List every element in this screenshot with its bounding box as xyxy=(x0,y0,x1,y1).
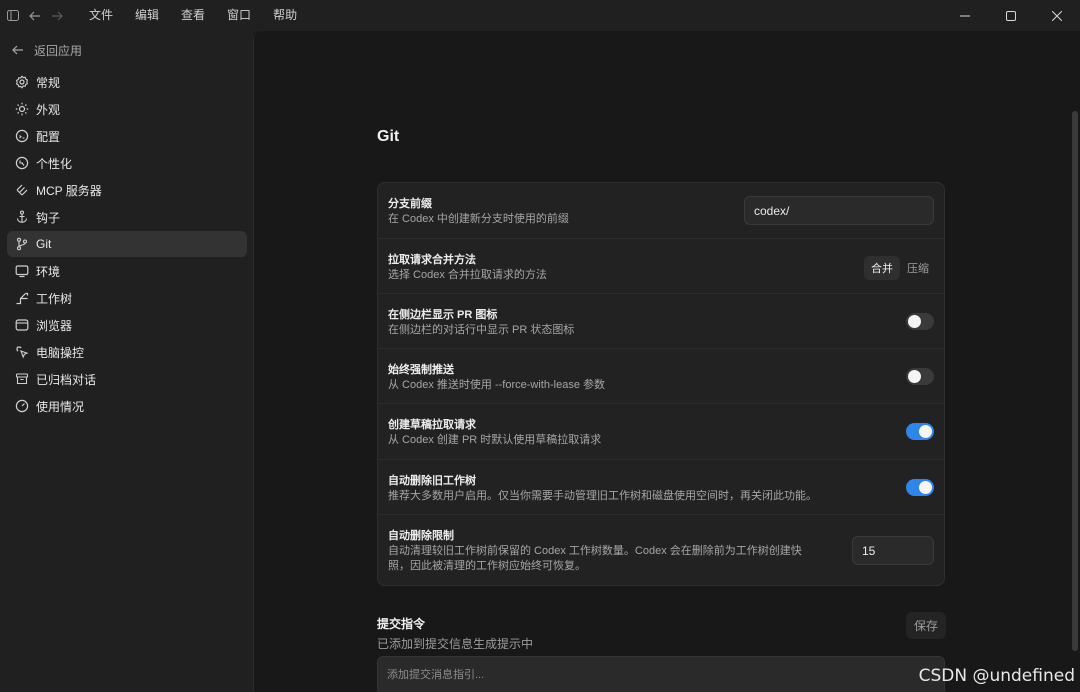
setting-title: 自动删除限制 xyxy=(388,530,454,542)
sidebar-item-hooks[interactable]: 钩子 xyxy=(7,204,247,230)
minimize-icon[interactable] xyxy=(942,0,988,31)
menu-edit[interactable]: 编辑 xyxy=(124,0,170,31)
setting-desc: 自动清理较旧工作树前保留的 Codex 工作树数量。Codex 会在删除前为工作… xyxy=(388,545,802,557)
git-settings-card: 分支前缀 在 Codex 中创建新分支时使用的前缀 codex/ 拉取请求合并方… xyxy=(377,182,945,586)
forward-arrow-icon[interactable] xyxy=(46,0,68,31)
sidebar-item-label: 工作树 xyxy=(36,291,73,306)
merge-option-merge[interactable]: 合并 xyxy=(864,256,900,280)
personalize-icon xyxy=(14,156,29,171)
sidebar-item-label: 浏览器 xyxy=(36,318,73,333)
setting-title: 分支前缀 xyxy=(388,198,432,210)
setting-title: 创建草稿拉取请求 xyxy=(388,419,476,431)
sidebar-toggle-icon[interactable] xyxy=(2,0,24,31)
title-bar: 文件 编辑 查看 窗口 帮助 xyxy=(0,0,1080,31)
sidebar-item-label: 钩子 xyxy=(36,210,61,225)
force-push-toggle[interactable] xyxy=(906,368,934,385)
merge-option-squash[interactable]: 压缩 xyxy=(900,256,936,280)
settings-nav: 常规 外观 配置 个性化 MCP 服务器 钩子 Git 环境 工作树 浏览器 电… xyxy=(7,69,247,420)
gear-icon xyxy=(14,75,29,90)
mcp-icon xyxy=(14,183,29,198)
sidebar-item-label: 使用情况 xyxy=(36,399,85,414)
setting-desc: 推荐大多数用户启用。仅当你需要手动管理旧工作树和磁盘使用空间时，再关闭此功能。 xyxy=(388,490,817,502)
sun-icon xyxy=(14,102,29,117)
setting-row-force-push: 始终强制推送 从 Codex 推送时使用 --force-with-lease … xyxy=(378,349,944,404)
sidebar-item-usage[interactable]: 使用情况 xyxy=(7,393,247,419)
menu-bar: 文件 编辑 查看 窗口 帮助 xyxy=(78,0,308,31)
setting-row-pr-icon: 在侧边栏显示 PR 图标 在侧边栏的对话行中显示 PR 状态图标 xyxy=(378,294,944,349)
setting-desc: 在侧边栏的对话行中显示 PR 状态图标 xyxy=(388,324,575,336)
sidebar-item-label: 已归档对话 xyxy=(36,372,97,387)
menu-file[interactable]: 文件 xyxy=(78,0,124,31)
auto-delete-worktree-toggle[interactable] xyxy=(906,479,934,496)
setting-row-merge-method: 拉取请求合并方法 选择 Codex 合并拉取请求的方法 合并 压缩 xyxy=(378,239,944,294)
sidebar-item-mcp[interactable]: MCP 服务器 xyxy=(7,177,247,203)
setting-title: 拉取请求合并方法 xyxy=(388,254,476,266)
setting-desc: 照，因此被清理的工作树应始终可恢复。 xyxy=(388,560,586,572)
back-arrow-icon[interactable] xyxy=(24,0,46,31)
config-icon xyxy=(14,129,29,144)
commit-instructions-desc: 已添加到提交信息生成提示中 xyxy=(377,637,534,651)
worktree-icon xyxy=(14,291,29,306)
back-to-app-link[interactable]: 返回应用 xyxy=(12,42,82,59)
browser-icon xyxy=(14,318,29,333)
menu-window[interactable]: 窗口 xyxy=(216,0,262,31)
pointer-icon xyxy=(14,345,29,360)
menu-view[interactable]: 查看 xyxy=(170,0,216,31)
setting-desc: 从 Codex 推送时使用 --force-with-lease 参数 xyxy=(388,379,605,391)
sidebar-item-worktree[interactable]: 工作树 xyxy=(7,285,247,311)
anchor-icon xyxy=(14,210,29,225)
monitor-icon xyxy=(14,264,29,279)
branch-prefix-input[interactable]: codex/ xyxy=(744,196,934,225)
sidebar-item-environment[interactable]: 环境 xyxy=(7,258,247,284)
sidebar-item-label: 配置 xyxy=(36,129,61,144)
setting-desc: 从 Codex 创建 PR 时默认使用草稿拉取请求 xyxy=(388,434,602,446)
setting-title: 始终强制推送 xyxy=(388,364,454,376)
setting-row-branch-prefix: 分支前缀 在 Codex 中创建新分支时使用的前缀 codex/ xyxy=(378,183,944,239)
pr-icon-toggle[interactable] xyxy=(906,313,934,330)
main-content: Git 分支前缀 在 Codex 中创建新分支时使用的前缀 codex/ 拉取请… xyxy=(253,31,1080,692)
commit-instructions-title: 提交指令 xyxy=(377,617,426,631)
sidebar-item-label: 个性化 xyxy=(36,156,73,171)
back-arrow-icon xyxy=(12,43,28,58)
setting-title: 自动删除旧工作树 xyxy=(388,475,476,487)
save-button[interactable]: 保存 xyxy=(906,612,947,639)
sidebar-item-general[interactable]: 常规 xyxy=(7,69,247,95)
back-to-app-label: 返回应用 xyxy=(34,44,83,58)
sidebar-item-archived[interactable]: 已归档对话 xyxy=(7,366,247,392)
gauge-icon xyxy=(14,399,29,414)
setting-desc: 选择 Codex 合并拉取请求的方法 xyxy=(388,269,547,281)
sidebar: 返回应用 常规 外观 配置 个性化 MCP 服务器 钩子 Git 环境 工作树 … xyxy=(0,31,253,692)
sidebar-item-label: 常规 xyxy=(36,75,61,90)
setting-row-auto-delete-limit: 自动删除限制 自动清理较旧工作树前保留的 Codex 工作树数量。Codex 会… xyxy=(378,515,944,585)
sidebar-item-git[interactable]: Git xyxy=(7,231,247,257)
sidebar-item-label: 环境 xyxy=(36,264,61,279)
maximize-icon[interactable] xyxy=(988,0,1034,31)
commit-instructions-textarea[interactable]: 添加提交消息指引... xyxy=(377,656,945,692)
archive-icon xyxy=(14,372,29,387)
window-controls xyxy=(942,0,1080,31)
sidebar-item-label: MCP 服务器 xyxy=(36,183,102,198)
draft-pr-toggle[interactable] xyxy=(906,423,934,440)
setting-row-auto-delete-worktree: 自动删除旧工作树 推荐大多数用户启用。仅当你需要手动管理旧工作树和磁盘使用空间时… xyxy=(378,460,944,515)
scrollbar[interactable] xyxy=(1072,111,1078,651)
setting-title: 在侧边栏显示 PR 图标 xyxy=(388,309,498,321)
sidebar-item-label: 电脑操控 xyxy=(36,345,85,360)
sidebar-item-label: Git xyxy=(36,237,52,251)
merge-method-segmented: 合并 压缩 xyxy=(864,256,936,280)
watermark: CSDN @undefined xyxy=(918,666,1075,686)
page-title: Git xyxy=(377,128,400,145)
sidebar-item-personalize[interactable]: 个性化 xyxy=(7,150,247,176)
sidebar-item-label: 外观 xyxy=(36,102,61,117)
sidebar-item-config[interactable]: 配置 xyxy=(7,123,247,149)
setting-desc: 在 Codex 中创建新分支时使用的前缀 xyxy=(388,213,569,225)
sidebar-item-appearance[interactable]: 外观 xyxy=(7,96,247,122)
auto-delete-limit-input[interactable]: 15 xyxy=(852,536,934,565)
sidebar-item-computer-control[interactable]: 电脑操控 xyxy=(7,339,247,365)
git-branch-icon xyxy=(14,237,29,252)
setting-row-draft-pr: 创建草稿拉取请求 从 Codex 创建 PR 时默认使用草稿拉取请求 xyxy=(378,404,944,460)
sidebar-item-browser[interactable]: 浏览器 xyxy=(7,312,247,338)
menu-help[interactable]: 帮助 xyxy=(262,0,308,31)
close-icon[interactable] xyxy=(1034,0,1080,31)
